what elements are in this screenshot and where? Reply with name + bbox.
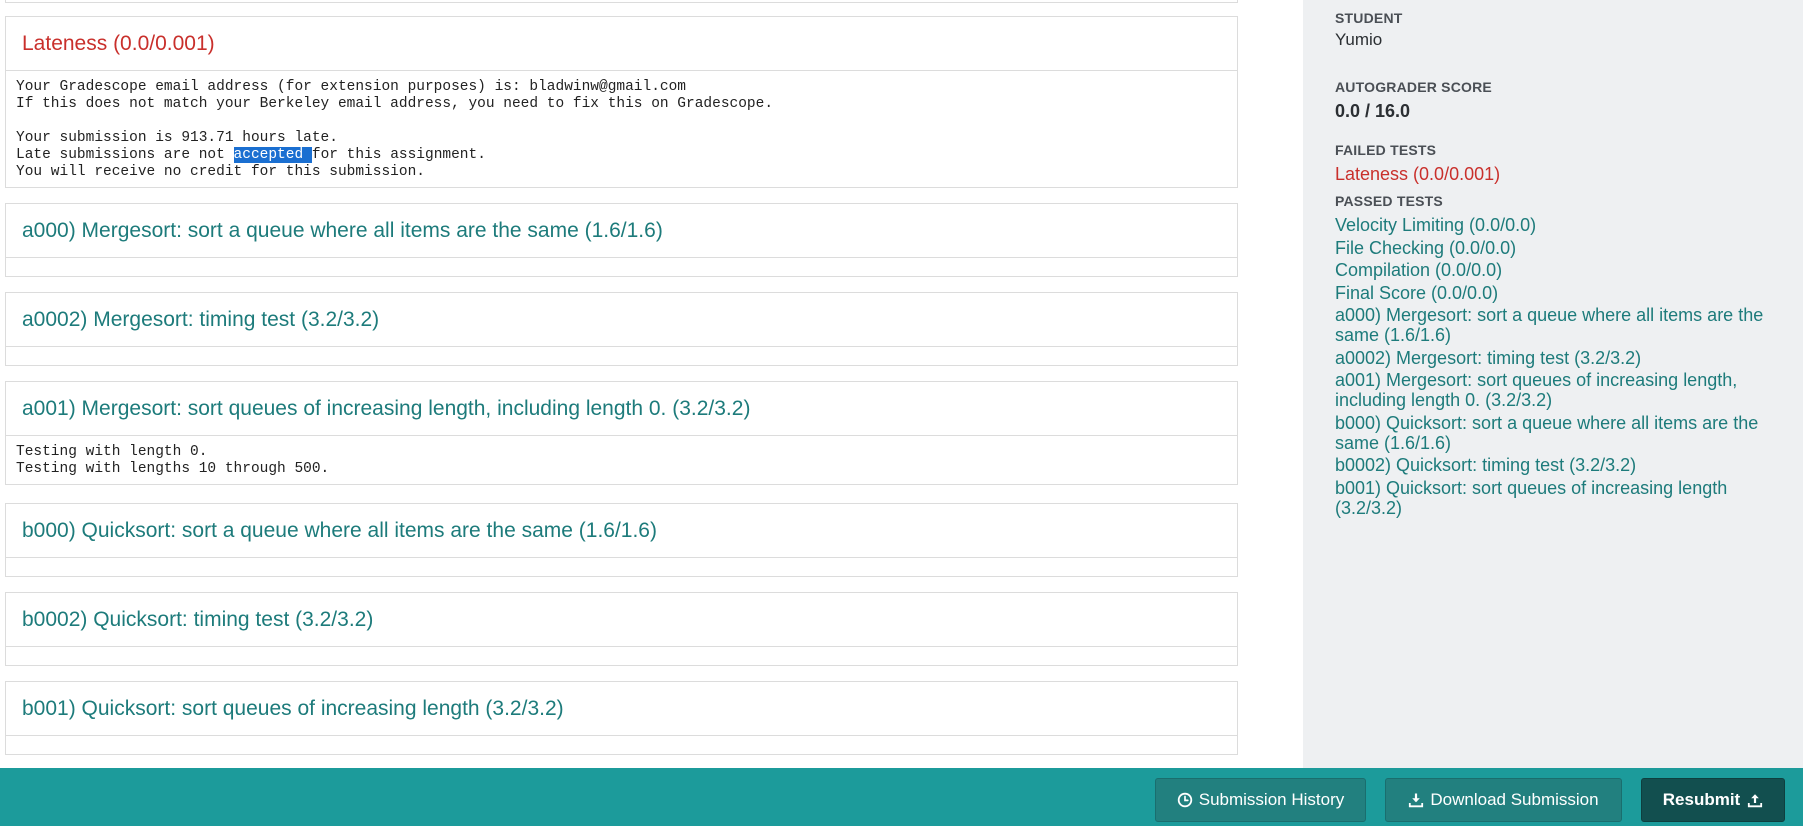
passed-test-link[interactable]: b0002) Quicksort: timing test (3.2/3.2) <box>1335 455 1783 475</box>
test-title: b0002) Quicksort: timing test (3.2/3.2) <box>6 593 1237 647</box>
previous-test-card <box>5 0 1238 3</box>
test-output <box>6 558 1237 576</box>
failed-test-link[interactable]: Lateness (0.0/0.001) <box>1335 164 1783 185</box>
test-output <box>6 647 1237 665</box>
download-icon <box>1409 793 1424 808</box>
test-title: a000) Mergesort: sort a queue where all … <box>6 204 1237 258</box>
test-output: Your Gradescope email address (for exten… <box>6 71 1237 187</box>
passed-test-link[interactable]: File Checking (0.0/0.0) <box>1335 238 1783 258</box>
test-results-panel: Lateness (0.0/0.001) Your Gradescope ema… <box>0 0 1303 768</box>
student-name: Yumio <box>1335 30 1383 49</box>
test-card-b0002: b0002) Quicksort: timing test (3.2/3.2) <box>5 592 1238 666</box>
autograder-score-label: AUTOGRADER SCORE <box>1335 79 1492 95</box>
test-title: b000) Quicksort: sort a queue where all … <box>6 504 1237 558</box>
test-output <box>6 347 1237 365</box>
passed-test-link[interactable]: b001) Quicksort: sort queues of increasi… <box>1335 478 1783 518</box>
passed-tests-label: PASSED TESTS <box>1335 193 1443 209</box>
resubmit-button[interactable]: Resubmit <box>1641 778 1785 822</box>
student-label: STUDENT <box>1335 10 1403 26</box>
passed-test-link[interactable]: Final Score (0.0/0.0) <box>1335 283 1783 303</box>
results-sidebar: STUDENT Yumio AUTOGRADER SCORE 0.0 / 16.… <box>1303 0 1803 768</box>
submission-history-label: Submission History <box>1198 790 1345 809</box>
selected-text: accepted <box>233 147 312 163</box>
test-card-a0002: a0002) Mergesort: timing test (3.2/3.2) <box>5 292 1238 366</box>
test-title: b001) Quicksort: sort queues of increasi… <box>6 682 1237 736</box>
submission-history-button[interactable]: Submission History <box>1155 778 1366 822</box>
download-submission-label: Download Submission <box>1430 790 1599 809</box>
test-card-a001: a001) Mergesort: sort queues of increasi… <box>5 381 1238 485</box>
autograder-score: 0.0 / 16.0 <box>1335 101 1411 121</box>
test-title: Lateness (0.0/0.001) <box>6 17 1237 71</box>
passed-tests-list: Velocity Limiting (0.0/0.0) File Checkin… <box>1335 215 1783 518</box>
passed-test-link[interactable]: b000) Quicksort: sort a queue where all … <box>1335 413 1783 453</box>
test-output: Testing with length 0. Testing with leng… <box>16 444 330 477</box>
test-output <box>6 736 1237 754</box>
test-title: a0002) Mergesort: timing test (3.2/3.2) <box>6 293 1237 347</box>
test-card-b001: b001) Quicksort: sort queues of increasi… <box>5 681 1238 755</box>
test-output <box>6 258 1237 276</box>
passed-test-link[interactable]: Compilation (0.0/0.0) <box>1335 260 1783 280</box>
test-card-b000: b000) Quicksort: sort a queue where all … <box>5 503 1238 577</box>
clock-icon <box>1177 792 1192 808</box>
passed-test-link[interactable]: a001) Mergesort: sort queues of increasi… <box>1335 370 1783 410</box>
passed-test-link[interactable]: a000) Mergesort: sort a queue where all … <box>1335 305 1783 345</box>
passed-test-link[interactable]: Velocity Limiting (0.0/0.0) <box>1335 215 1783 235</box>
test-card-lateness: Lateness (0.0/0.001) Your Gradescope ema… <box>5 16 1238 188</box>
download-submission-button[interactable]: Download Submission <box>1385 778 1622 822</box>
upload-icon <box>1748 794 1763 808</box>
action-bar: Submission History Download Submission R… <box>0 768 1803 826</box>
test-card-a000: a000) Mergesort: sort a queue where all … <box>5 203 1238 277</box>
passed-test-link[interactable]: a0002) Mergesort: timing test (3.2/3.2) <box>1335 348 1783 368</box>
test-title: a001) Mergesort: sort queues of increasi… <box>6 382 1237 436</box>
resubmit-label: Resubmit <box>1662 790 1741 809</box>
failed-tests-label: FAILED TESTS <box>1335 142 1437 158</box>
